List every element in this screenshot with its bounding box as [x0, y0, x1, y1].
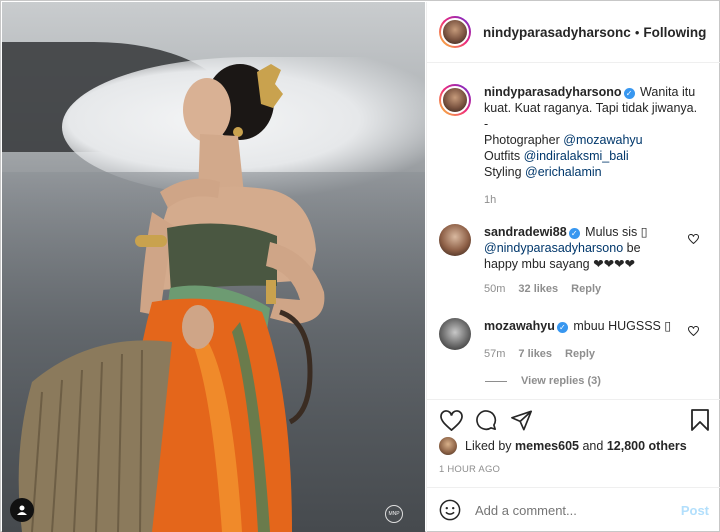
commenter-avatar[interactable]: [439, 224, 471, 256]
header-separator: •: [634, 24, 640, 40]
caption-text-line2: kuat. Kuat raganya. Tapi tidak jiwanya.: [484, 101, 698, 115]
liker-avatar[interactable]: [439, 437, 457, 455]
view-replies-label: View replies (3): [521, 375, 601, 387]
following-button[interactable]: Following: [643, 25, 706, 40]
verified-icon: ✓: [556, 322, 568, 333]
photo-watermark: MNP: [385, 505, 403, 523]
comment-likes[interactable]: 32 likes: [518, 281, 558, 297]
comment-mention[interactable]: @nindyparasadyharsono: [484, 241, 623, 255]
comment-likes[interactable]: 7 likes: [518, 346, 552, 362]
likes-prefix: Liked by: [465, 439, 512, 453]
post-window: MNP nindyparasadyharsonc • Following nin…: [0, 0, 720, 532]
comment-like-icon[interactable]: [688, 234, 699, 244]
comment-meta: 50m 32 likes Reply: [484, 281, 694, 297]
reply-button[interactable]: Reply: [571, 281, 601, 297]
comment-username[interactable]: mozawahyu: [484, 319, 555, 333]
caption-avatar[interactable]: [439, 84, 471, 116]
comment-time: 50m: [484, 283, 506, 295]
post-timestamp[interactable]: 1 HOUR AGO: [439, 464, 500, 475]
styling-label: Styling: [484, 165, 522, 179]
comment-text: be: [626, 241, 641, 255]
user-tag-icon[interactable]: [10, 498, 34, 522]
reply-button[interactable]: Reply: [565, 346, 595, 362]
styling-mention[interactable]: @erichalamin: [525, 165, 602, 179]
action-bar: [427, 399, 720, 439]
caption-body: nindyparasadyharsono ✓ Wanita itu kuat. K…: [484, 84, 704, 208]
verified-icon: ✓: [623, 88, 635, 99]
comment-like-icon[interactable]: [688, 326, 699, 336]
author-username[interactable]: nindyparasadyharsonc: [483, 25, 631, 40]
likes-others-count[interactable]: 12,800 others: [607, 439, 687, 453]
verified-icon: ✓: [568, 228, 580, 239]
heart-icon[interactable]: [438, 407, 464, 433]
comment-meta: 57m 7 likes Reply: [484, 346, 694, 362]
caption-time: 1h: [484, 194, 497, 206]
share-icon[interactable]: [509, 407, 535, 433]
photographer-mention[interactable]: @mozawahyu: [563, 133, 642, 147]
post-side-panel: nindyparasadyharsonc • Following nindypa…: [426, 2, 720, 532]
comment-text: Mulus sis ▯: [585, 225, 648, 239]
likes-and: and: [582, 439, 604, 453]
replies-divider: [485, 380, 507, 382]
outfits-label: Outfits: [484, 149, 521, 163]
comment-input[interactable]: [475, 502, 681, 518]
comment-username[interactable]: sandradewi88: [484, 225, 567, 239]
comment-body: mozawahyu ✓ mbuu HUGSSS ▯ 57m 7 likes Rep…: [484, 318, 694, 362]
comment-time: 57m: [484, 348, 506, 360]
photographer-label: Photographer: [484, 133, 560, 147]
caption-text-line1: Wanita itu: [640, 85, 696, 99]
photo-subject: [18, 64, 325, 532]
commenter-avatar[interactable]: [439, 318, 471, 350]
post-photo[interactable]: MNP: [2, 2, 425, 532]
caption-meta: 1h: [484, 192, 704, 208]
likes-summary: Liked by memes605 and 12,800 others: [439, 437, 687, 455]
caption: nindyparasadyharsono ✓ Wanita itu kuat. K…: [439, 84, 704, 208]
comment-icon[interactable]: [473, 407, 499, 433]
comment-item: sandradewi88 ✓ Mulus sis ▯ @nindyparasady…: [439, 224, 694, 297]
caption-text-dash: -: [484, 117, 489, 131]
author-avatar[interactable]: [439, 16, 471, 48]
view-replies-button[interactable]: View replies (3): [485, 375, 601, 387]
outfits-mention[interactable]: @indiralaksmi_bali: [524, 149, 629, 163]
bookmark-icon[interactable]: [687, 407, 713, 433]
liker-username[interactable]: memes605: [515, 439, 579, 453]
post-comment-button[interactable]: Post: [681, 503, 709, 518]
comment-text: happy mbu sayang ❤❤❤❤: [484, 257, 635, 271]
emoji-icon[interactable]: [439, 499, 461, 521]
add-comment-bar: Post: [427, 487, 720, 532]
comment-body: sandradewi88 ✓ Mulus sis ▯ @nindyparasady…: [484, 224, 694, 297]
comment-item: mozawahyu ✓ mbuu HUGSSS ▯ 57m 7 likes Rep…: [439, 318, 694, 362]
comments-list: nindyparasadyharsono ✓ Wanita itu kuat. K…: [427, 64, 720, 399]
caption-username[interactable]: nindyparasadyharsono: [484, 85, 622, 99]
comment-text: mbuu HUGSSS ▯: [573, 319, 672, 333]
post-header: nindyparasadyharsonc • Following: [427, 2, 720, 63]
